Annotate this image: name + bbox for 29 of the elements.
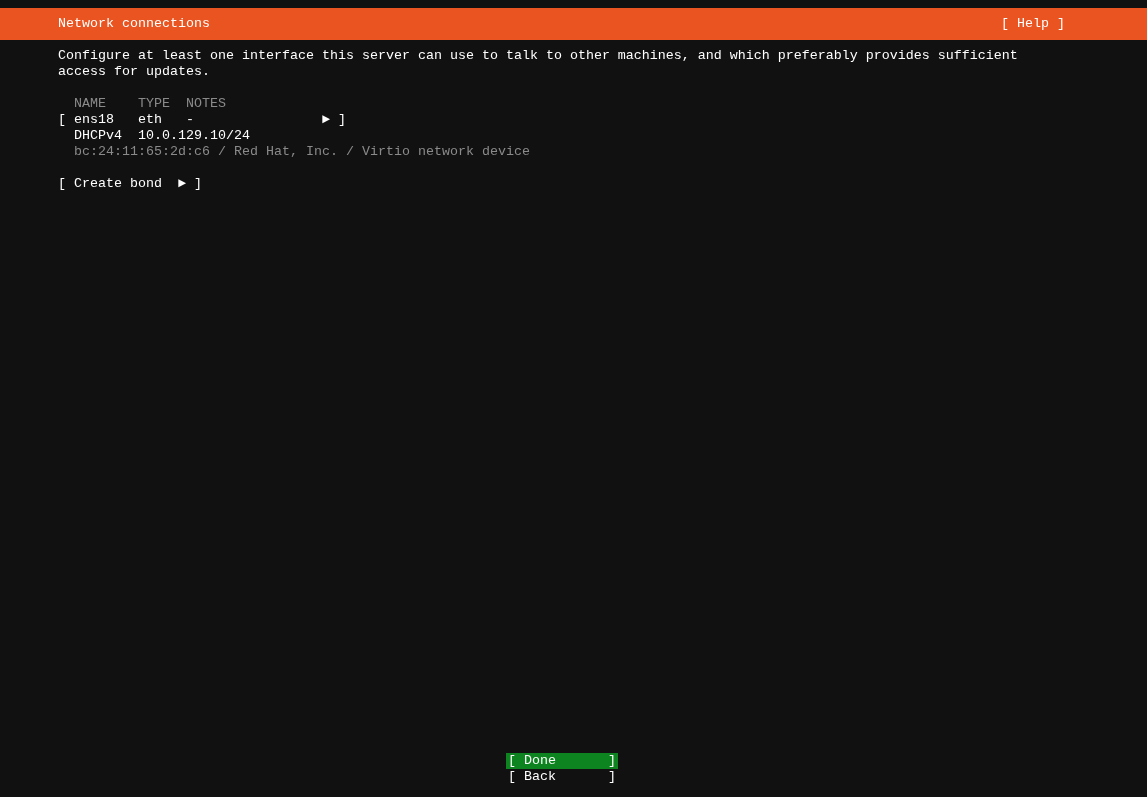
bracket: ] [608,753,616,769]
column-header: NAME [74,96,107,112]
button-label: Back [524,769,556,785]
arrow-icon: ► [322,112,338,128]
create-bond-button[interactable]: [ Create bond ► ] [58,176,202,192]
help-button[interactable]: [ Help ] [1001,16,1065,32]
bracket: [ [58,112,67,128]
column-header: NOTES [186,96,227,112]
description-text: Configure at least one interface this server can use to talk to other machines, and which preferably provides sufficient access for updates. [58,48,1019,80]
interface-notes: - [186,112,195,128]
address-method: DHCPv4 [74,128,123,144]
button-label: Done [524,753,556,769]
bracket: ] [194,176,202,192]
bracket: [ [508,769,517,785]
bracket: ] [338,112,346,128]
done-button[interactable]: [ Done ] [506,753,618,769]
bracket: [ [508,753,517,769]
ip-address: 10.0.129.10/24 [138,128,250,144]
button-label: Create bond [74,176,163,192]
column-header: TYPE [138,96,171,112]
device-detail: bc:24:11:65:2d:c6 / Red Hat, Inc. / Virtio network device [74,144,530,159]
interface-name: ens18 [74,112,115,128]
interface-row[interactable]: [ ens18 eth - ► ] [58,112,1147,128]
bracket: ] [608,769,616,785]
interface-type: eth [138,112,163,128]
screen-title: Network connections [58,16,210,32]
back-button[interactable]: [ Back ] [506,769,618,785]
bracket: [ [58,176,67,192]
arrow-icon: ► [178,176,194,192]
